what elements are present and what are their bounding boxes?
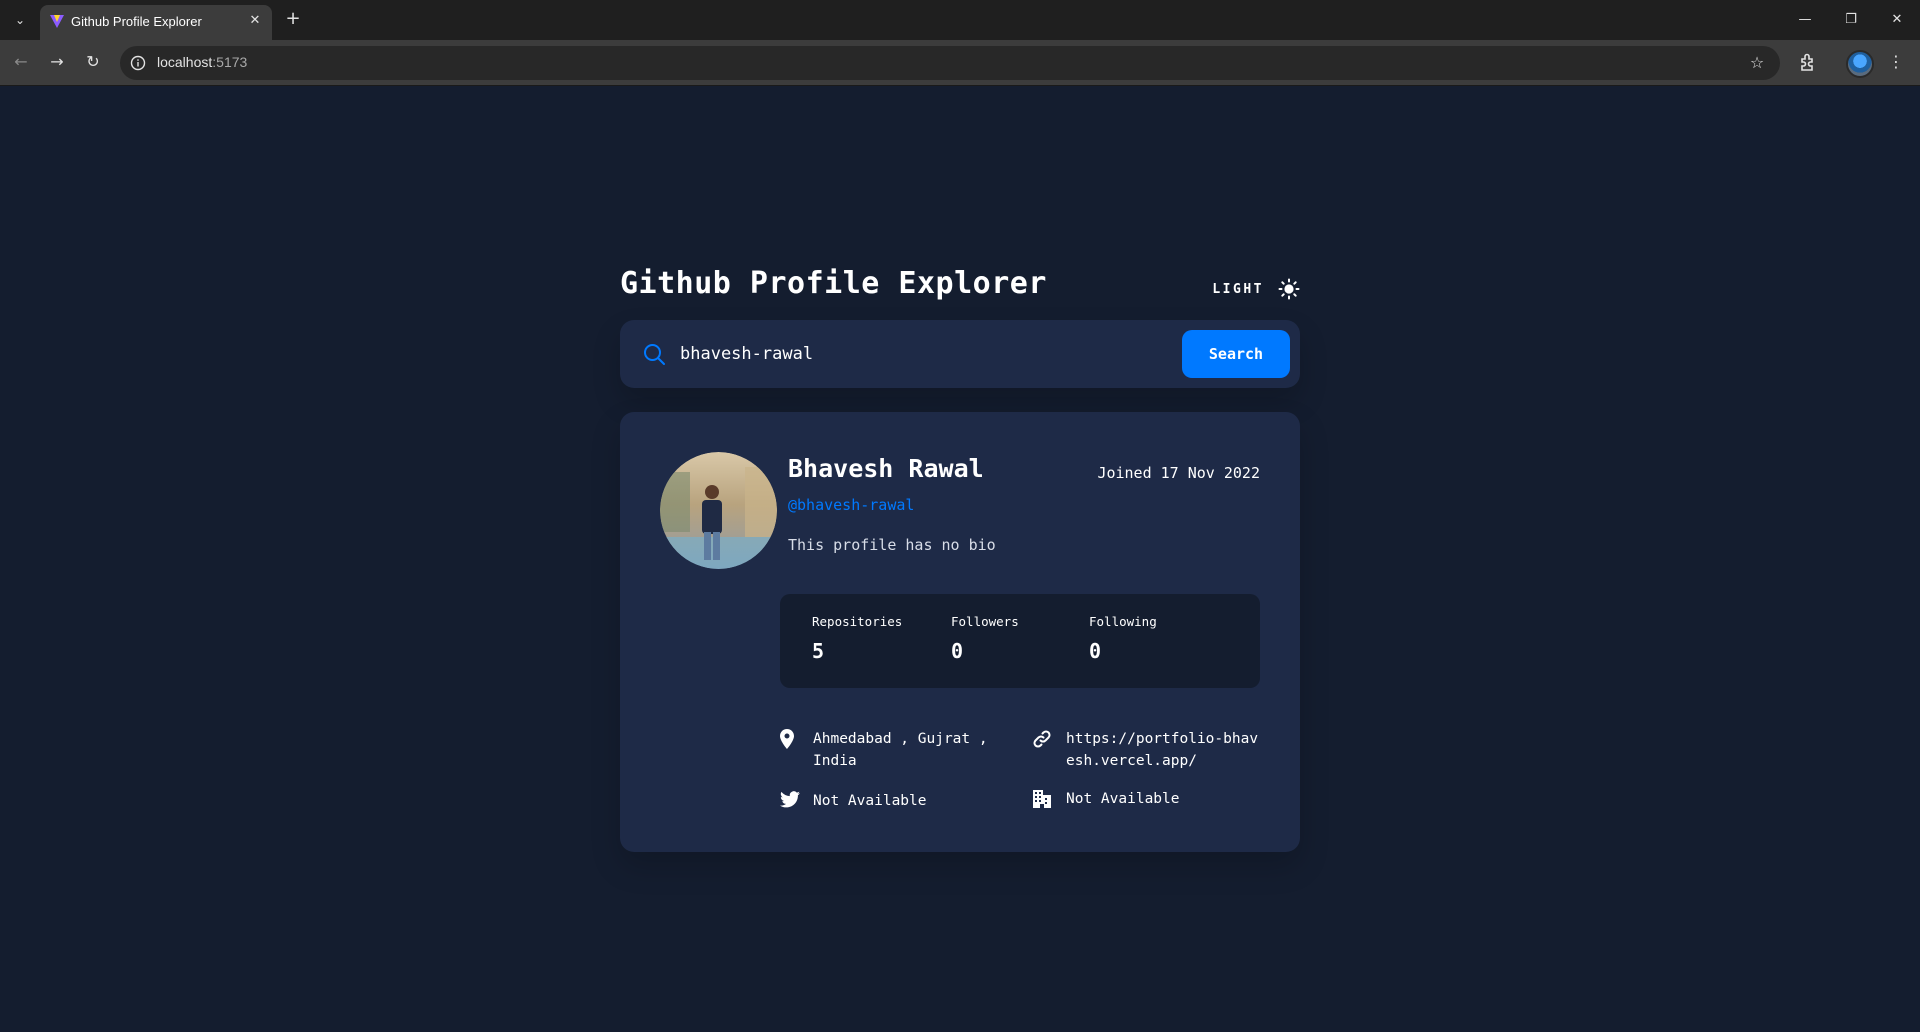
reload-icon[interactable]: ↻ [80, 49, 106, 75]
theme-toggle[interactable]: LIGHT [1212, 277, 1300, 301]
github-profile-explorer-app: Github Profile Explorer LIGHT bhavesh-ra… [620, 262, 1300, 852]
close-icon[interactable]: ✕ [246, 12, 264, 30]
app-header: Github Profile Explorer LIGHT [620, 262, 1300, 312]
profile-bio: This profile has no bio [788, 536, 996, 554]
back-icon[interactable]: ← [8, 49, 34, 75]
search-button[interactable]: Search [1182, 330, 1290, 378]
search-icon [644, 344, 665, 365]
twitter-text: Not Available [813, 793, 927, 809]
theme-toggle-label: LIGHT [1212, 281, 1264, 297]
star-icon[interactable]: ☆ [1746, 52, 1768, 74]
url-port: :5173 [212, 54, 248, 70]
stat-repositories: Repositories 5 [812, 614, 942, 663]
restore-icon[interactable]: ❐ [1836, 6, 1866, 34]
profile-name: Bhavesh Rawal [788, 454, 984, 483]
tab-title: Github Profile Explorer [71, 14, 202, 29]
avatar [660, 452, 777, 569]
profile-login-link[interactable]: @bhavesh-rawal [788, 496, 914, 514]
plus-icon[interactable]: + [282, 8, 304, 30]
stats-panel: Repositories 5 Followers 0 Following 0 [780, 594, 1260, 688]
location-item: Ahmedabad , Gujrat , India [780, 728, 988, 772]
stat-value: 0 [1089, 639, 1102, 663]
stat-label: Repositories [812, 614, 903, 629]
minimize-icon[interactable]: — [1790, 6, 1820, 34]
chevron-down-icon[interactable]: ⌄ [10, 10, 30, 30]
joined-date: Joined 17 Nov 2022 [1097, 464, 1260, 482]
vite-favicon-icon [50, 15, 64, 28]
kebab-menu-icon[interactable]: ⋮ [1884, 50, 1908, 74]
location-text: Ahmedabad , Gujrat , India [813, 731, 988, 769]
twitter-item: Not Available [780, 790, 927, 812]
browser-tab[interactable]: Github Profile Explorer ✕ [40, 5, 272, 40]
stat-followers: Followers 0 [951, 614, 1081, 663]
profile-card: Bhavesh Rawal Joined 17 Nov 2022 @bhaves… [620, 412, 1300, 852]
blog-item[interactable]: https://portfolio-bhavesh.vercel.app/ [1032, 728, 1266, 772]
company-text: Not Available [1066, 791, 1180, 807]
search-bar: Search [620, 320, 1300, 388]
sun-icon [1278, 278, 1300, 300]
browser-tab-bar: ⌄ Github Profile Explorer ✕ + — ❐ ✕ [0, 0, 1920, 40]
address-bar[interactable]: localhost:5173 ☆ [120, 46, 1780, 80]
stat-label: Following [1089, 614, 1157, 629]
company-item: Not Available [1032, 788, 1180, 810]
building-icon [1033, 790, 1051, 808]
search-input[interactable] [680, 340, 1140, 368]
url-text: localhost:5173 [157, 54, 247, 70]
browser-toolbar: ← → ↻ localhost:5173 ☆ ⋮ [0, 40, 1920, 86]
location-pin-icon [780, 729, 794, 749]
link-icon [1033, 730, 1051, 748]
browser-profile-avatar[interactable] [1846, 50, 1874, 78]
twitter-icon [780, 791, 800, 808]
url-host: localhost [157, 54, 213, 70]
stat-following: Following 0 [1089, 614, 1219, 663]
info-icon[interactable] [130, 55, 146, 71]
stat-label: Followers [951, 614, 1019, 629]
stat-value: 0 [951, 639, 964, 663]
page-title: Github Profile Explorer [620, 266, 1047, 301]
extensions-icon[interactable] [1797, 50, 1821, 74]
blog-link[interactable]: https://portfolio-bhavesh.vercel.app/ [1066, 728, 1266, 772]
forward-icon[interactable]: → [44, 49, 70, 75]
stat-value: 5 [812, 639, 825, 663]
close-window-icon[interactable]: ✕ [1882, 6, 1912, 34]
